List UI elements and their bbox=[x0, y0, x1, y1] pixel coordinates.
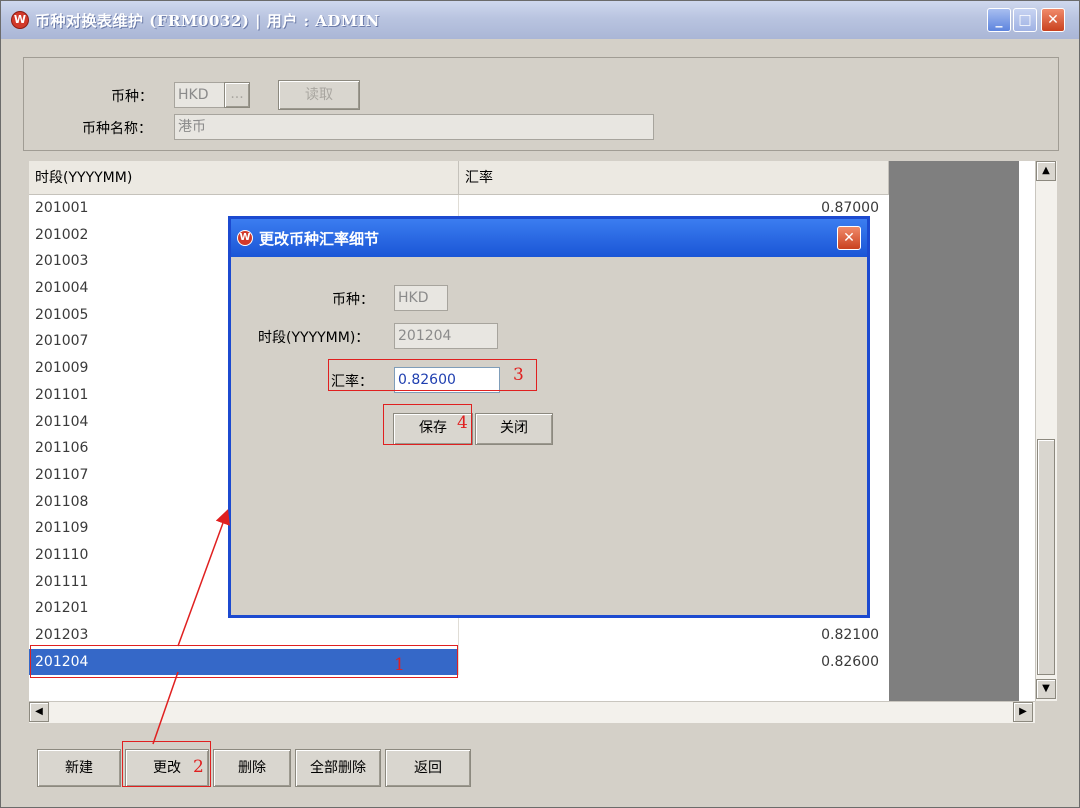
maximize-button[interactable]: □ bbox=[1013, 8, 1037, 32]
scroll-right-icon[interactable]: ▶ bbox=[1013, 702, 1033, 722]
currency-field[interactable]: HKD bbox=[174, 82, 226, 108]
minimize-button[interactable]: _ bbox=[987, 8, 1011, 32]
column-header-period[interactable]: 时段(YYYYMM) bbox=[29, 161, 459, 195]
new-button[interactable]: 新建 bbox=[37, 749, 121, 787]
currency-browse-button[interactable]: ... bbox=[224, 82, 250, 108]
edit-rate-dialog: W 更改币种汇率细节 ✕ 币种： HKD 时段(YYYYMM)： 201204 … bbox=[228, 216, 870, 618]
step4-number: 4 bbox=[457, 413, 468, 433]
query-panel: 币种： HKD ... 读取 币种名称： 港币 bbox=[23, 57, 1059, 151]
dialog-title-bar[interactable]: W 更改币种汇率细节 ✕ bbox=[231, 219, 867, 257]
back-button[interactable]: 返回 bbox=[385, 749, 471, 787]
app-logo-icon: W bbox=[11, 11, 29, 29]
step1-number: 1 bbox=[394, 655, 405, 675]
title-bar[interactable]: W 币种对换表维护 (FRM0032) | 用户 : ADMIN _ □ ✕ bbox=[1, 1, 1079, 39]
step3-highlight bbox=[328, 359, 537, 391]
step3-number: 3 bbox=[513, 365, 524, 385]
dialog-close-icon[interactable]: ✕ bbox=[837, 226, 861, 250]
scroll-left-icon[interactable]: ◀ bbox=[29, 702, 49, 722]
vertical-scrollbar[interactable]: ▲ ▼ bbox=[1035, 161, 1057, 701]
rate-cell: 0.82600 bbox=[821, 653, 879, 670]
dialog-logo-icon: W bbox=[237, 230, 253, 246]
dialog-title: 更改币种汇率细节 bbox=[259, 230, 380, 248]
scroll-up-icon[interactable]: ▲ bbox=[1036, 161, 1056, 181]
read-button[interactable]: 读取 bbox=[278, 80, 360, 110]
window-title: 币种对换表维护 (FRM0032) | 用户 : ADMIN bbox=[35, 12, 380, 30]
horizontal-scrollbar[interactable]: ◀ ▶ bbox=[29, 701, 1035, 723]
delete-all-button[interactable]: 全部删除 bbox=[295, 749, 381, 787]
table-header: 时段(YYYYMM) 汇率 bbox=[29, 161, 889, 195]
dialog-close-button[interactable]: 关闭 bbox=[475, 413, 553, 445]
currency-label: 币种： bbox=[111, 89, 153, 105]
scroll-down-icon[interactable]: ▼ bbox=[1036, 679, 1056, 699]
step2-number: 2 bbox=[193, 757, 204, 777]
currency-name-field[interactable]: 港币 bbox=[174, 114, 654, 140]
vertical-scroll-thumb[interactable] bbox=[1037, 439, 1055, 675]
dialog-period-field[interactable]: 201204 bbox=[394, 323, 498, 349]
table-empty-area bbox=[889, 161, 1019, 701]
delete-button[interactable]: 删除 bbox=[213, 749, 291, 787]
dialog-currency-label: 币种： bbox=[332, 292, 374, 308]
column-header-rate[interactable]: 汇率 bbox=[459, 161, 889, 195]
currency-name-label: 币种名称： bbox=[82, 121, 152, 137]
close-window-button[interactable]: ✕ bbox=[1041, 8, 1065, 32]
dialog-currency-field[interactable]: HKD bbox=[394, 285, 448, 311]
rate-cell: 0.82100 bbox=[821, 627, 879, 643]
dialog-period-label: 时段(YYYYMM)： bbox=[258, 330, 370, 346]
